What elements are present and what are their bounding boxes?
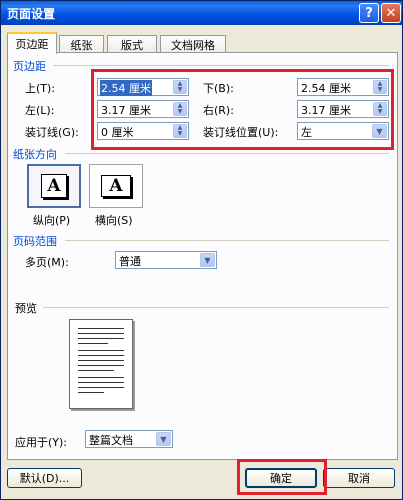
section-divider xyxy=(65,240,389,241)
margins-highlight-box xyxy=(91,69,394,150)
left-margin-label: 左(L): xyxy=(25,104,55,117)
preview-line xyxy=(78,392,104,393)
preview-line xyxy=(78,387,124,388)
preview-line xyxy=(78,343,108,344)
title-bar: 页面设置 ? ✕ xyxy=(1,1,402,25)
portrait-button[interactable]: A xyxy=(27,164,81,208)
close-button[interactable]: ✕ xyxy=(381,3,401,23)
preview-line xyxy=(78,360,124,361)
help-button[interactable]: ? xyxy=(359,3,379,23)
tab-paper[interactable]: 纸张 xyxy=(59,35,104,53)
landscape-label: 横向(S) xyxy=(95,214,133,227)
apply-to-label: 应用于(Y): xyxy=(15,436,68,449)
section-divider xyxy=(53,65,389,66)
apply-to-value: 整篇文档 xyxy=(89,434,133,447)
chevron-down-icon[interactable]: ▼ xyxy=(156,432,171,446)
tab-document-grid[interactable]: 文档网格 xyxy=(160,35,226,53)
preview-line xyxy=(78,338,124,339)
preview-line xyxy=(78,370,114,371)
default-button[interactable]: 默认(D)... xyxy=(7,468,82,488)
preview-line xyxy=(78,382,124,383)
preview-section-title: 预览 xyxy=(15,302,37,315)
preview-line xyxy=(78,355,124,356)
preview-line xyxy=(78,333,124,334)
ok-highlight-box xyxy=(237,459,327,495)
window-title: 页面设置 xyxy=(7,6,56,21)
pages-section-title: 页码范围 xyxy=(13,235,57,248)
apply-to-select[interactable]: 整篇文档 ▼ xyxy=(85,430,173,448)
help-icon: ? xyxy=(365,5,373,21)
multiple-pages-label: 多页(M): xyxy=(25,256,69,269)
landscape-icon: A xyxy=(101,175,131,197)
chevron-down-icon[interactable]: ▼ xyxy=(200,253,215,267)
tab-layout[interactable]: 版式 xyxy=(107,35,157,53)
close-icon: ✕ xyxy=(385,5,397,21)
tab-margins[interactable]: 页边距 xyxy=(7,32,57,54)
multiple-pages-value: 普通 xyxy=(119,255,141,268)
page-setup-dialog: 页面设置 ? ✕ 页边距 纸张 版式 文档网格 页边距 上(T): 2.54 厘… xyxy=(0,0,403,500)
top-margin-label: 上(T): xyxy=(25,82,56,95)
preview-page xyxy=(69,319,133,409)
margins-section-title: 页边距 xyxy=(13,60,46,73)
preview-line xyxy=(78,328,124,329)
orientation-section-title: 纸张方向 xyxy=(13,148,57,161)
preview-line xyxy=(78,350,124,351)
multiple-pages-select[interactable]: 普通 ▼ xyxy=(115,251,217,269)
cancel-button[interactable]: 取消 xyxy=(323,468,395,488)
landscape-button[interactable]: A xyxy=(89,164,143,208)
preview-line xyxy=(78,365,124,366)
section-divider xyxy=(65,153,389,154)
portrait-label: 纵向(P) xyxy=(33,214,71,227)
section-divider xyxy=(43,307,389,308)
gutter-label: 装订线(G): xyxy=(25,126,79,139)
preview-line xyxy=(78,377,124,378)
portrait-icon: A xyxy=(41,174,67,198)
